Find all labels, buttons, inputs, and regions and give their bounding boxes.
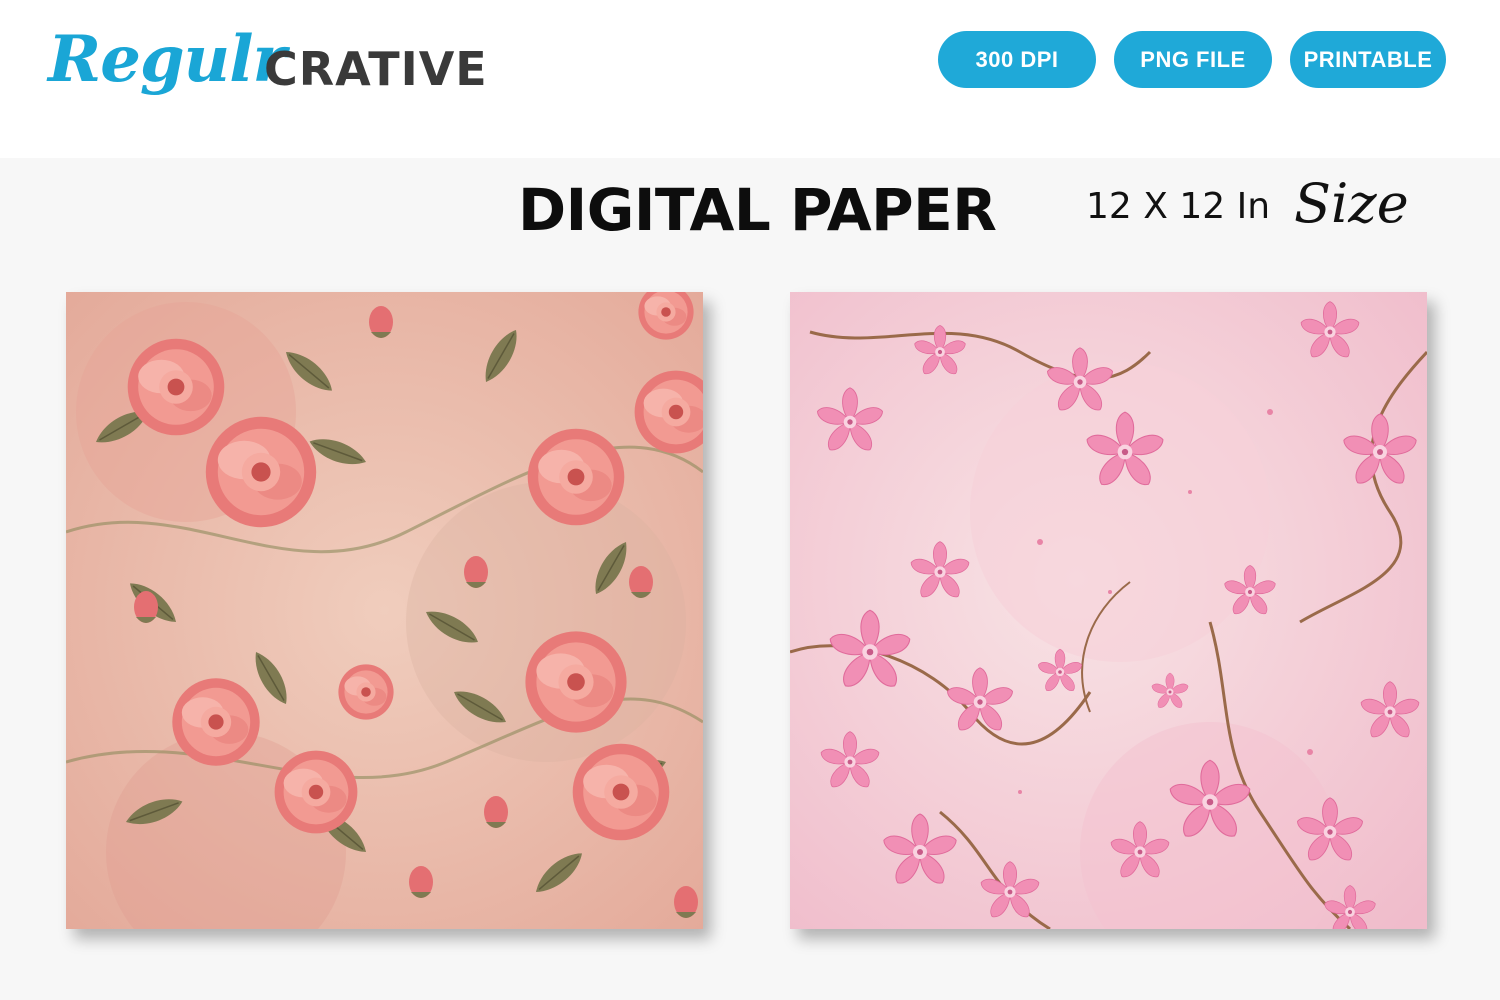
size-script: Size: [1294, 172, 1409, 235]
header-bar: Regulr CRATIVE 300 DPI PNG FILE PRINTABL…: [0, 0, 1500, 158]
size-label: 12 X 12 In: [1086, 186, 1271, 227]
badge-printable: PRINTABLE: [1290, 31, 1446, 88]
feature-badges: 300 DPI PNG FILE PRINTABLE: [938, 31, 1446, 88]
badge-png-file: PNG FILE: [1114, 31, 1272, 88]
cherry-blossom-pattern: [790, 292, 1427, 929]
brand-script: Regulr: [48, 22, 286, 97]
badge-dpi: 300 DPI: [938, 31, 1096, 88]
brand-block: CRATIVE: [264, 42, 488, 96]
vintage-rose-pattern: [66, 292, 703, 929]
headline: DIGITAL PAPER: [518, 176, 997, 244]
cherry-blossom-paper: [790, 292, 1427, 929]
vintage-rose-paper: [66, 292, 703, 929]
